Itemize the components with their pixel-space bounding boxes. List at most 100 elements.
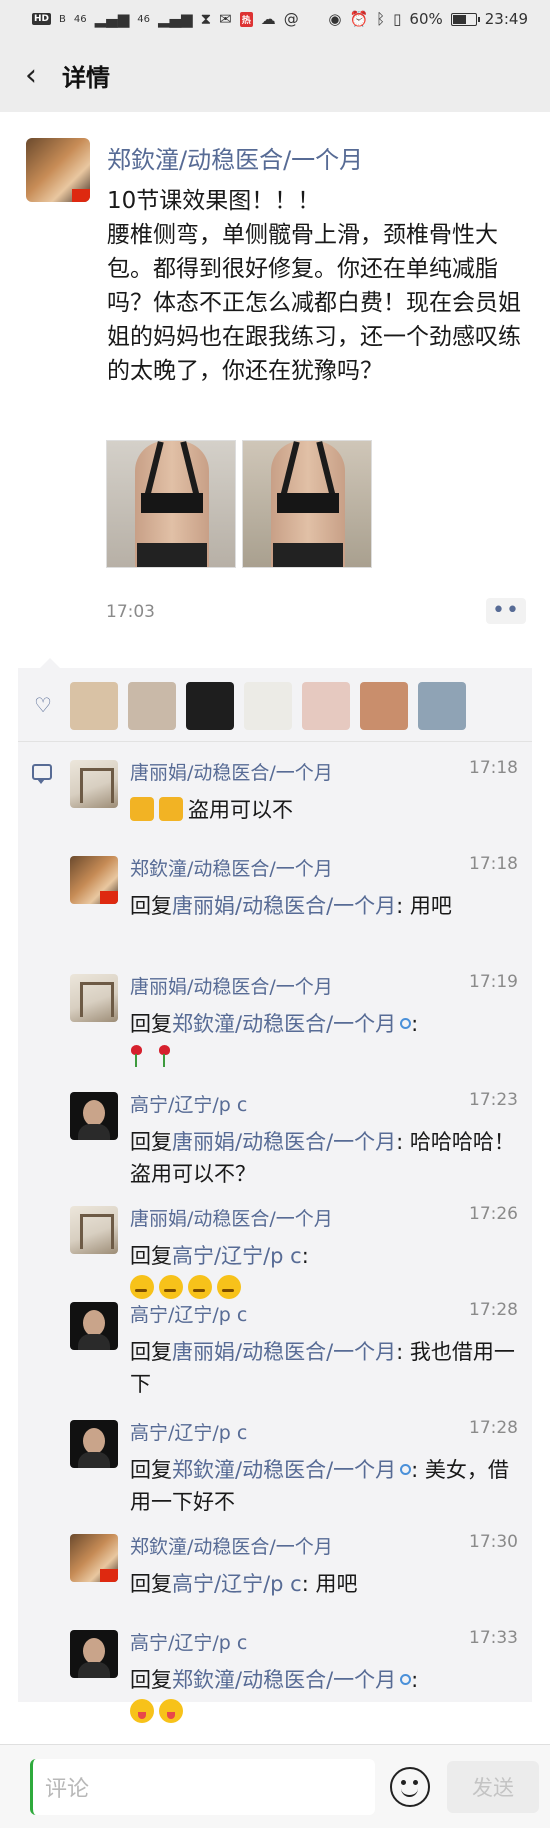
commenter-avatar[interactable] bbox=[70, 760, 118, 808]
post-photo-after[interactable] bbox=[242, 440, 372, 568]
reply-prefix: 回复 bbox=[130, 1572, 172, 1596]
commenter-name[interactable]: 郑欽潼/动稳医合/一个月 bbox=[130, 854, 333, 881]
reply-target[interactable]: 郑欽潼/动稳医合/一个月 bbox=[172, 1012, 396, 1036]
status-bar: HD B 46 ▂▄▆ 46 ▂▄▆ ⧗ ✉ 热 ☁ @ ◉ ⏰ ᛒ ▯ 60%… bbox=[0, 0, 550, 38]
like-avatar-3[interactable] bbox=[186, 682, 234, 730]
comment-text: 回复唐丽娟/动稳医合/一个月: 哈哈哈哈！盗用可以不？ bbox=[130, 1126, 518, 1190]
comment-time: 17:26 bbox=[469, 1204, 518, 1224]
rose-emoji bbox=[158, 1045, 170, 1067]
hourglass-icon: ⧗ bbox=[200, 10, 212, 28]
photo-sports-bra bbox=[141, 493, 203, 513]
comment-time: 17:33 bbox=[469, 1628, 518, 1648]
commenter-name[interactable]: 高宁/辽宁/p c bbox=[130, 1090, 247, 1117]
rose-emoji bbox=[130, 1045, 142, 1067]
reply-target[interactable]: 高宁/辽宁/p c bbox=[172, 1572, 302, 1596]
comment-body: : bbox=[301, 1244, 309, 1268]
reply-target[interactable]: 唐丽娟/动稳医合/一个月 bbox=[172, 1340, 396, 1364]
comment-text: 回复郑欽潼/动稳医合/一个月: bbox=[130, 1664, 518, 1728]
alarm-icon: ⏰ bbox=[349, 10, 369, 28]
reply-target[interactable]: 郑欽潼/动稳医合/一个月 bbox=[172, 1458, 396, 1482]
china-flag-icon bbox=[100, 1569, 118, 1582]
comment-icon bbox=[32, 764, 52, 784]
page-title: 详情 bbox=[62, 63, 110, 92]
commenter-avatar[interactable] bbox=[70, 1206, 118, 1254]
comment-time: 17:18 bbox=[469, 758, 518, 778]
commenter-avatar[interactable] bbox=[70, 1420, 118, 1468]
comment-body: : bbox=[411, 1668, 419, 1692]
commenter-avatar[interactable] bbox=[70, 1302, 118, 1350]
reply-prefix: 回复 bbox=[130, 1668, 172, 1692]
like-avatar-6[interactable] bbox=[360, 682, 408, 730]
commenter-avatar[interactable] bbox=[70, 1534, 118, 1582]
ring-icon bbox=[400, 1464, 412, 1475]
like-avatar-5[interactable] bbox=[302, 682, 350, 730]
comment-time: 17:28 bbox=[469, 1300, 518, 1320]
photo-sports-bra bbox=[277, 493, 339, 513]
thinking-emoji bbox=[217, 1275, 241, 1299]
reply-prefix: 回复 bbox=[130, 1340, 172, 1364]
tongue-emoji bbox=[159, 1699, 183, 1723]
like-avatar-7[interactable] bbox=[418, 682, 466, 730]
post-photo-before[interactable] bbox=[106, 440, 236, 568]
signal-1-label: 46 bbox=[73, 13, 87, 25]
comment-body: : 用吧 bbox=[396, 894, 452, 918]
signal-2-label: 46 bbox=[137, 13, 150, 25]
message-icon: ✉ bbox=[219, 10, 232, 28]
battery-fill bbox=[452, 14, 466, 24]
comment-input-bar: 评论 发送 bbox=[0, 1744, 550, 1828]
photo-pants bbox=[137, 543, 207, 567]
commenter-avatar[interactable] bbox=[70, 1092, 118, 1140]
comment-text: 回复唐丽娟/动稳医合/一个月: 用吧 bbox=[130, 890, 518, 922]
bluetooth-icon: ᛒ bbox=[376, 10, 386, 28]
comment-input[interactable]: 评论 bbox=[30, 1759, 375, 1815]
commenter-avatar[interactable] bbox=[70, 974, 118, 1022]
reply-prefix: 回复 bbox=[130, 1458, 172, 1482]
more-options-button[interactable]: •• bbox=[486, 598, 526, 624]
signal-1-icon: ▂▄▆ bbox=[94, 10, 130, 28]
reply-target[interactable]: 郑欽潼/动稳医合/一个月 bbox=[172, 1668, 396, 1692]
commenter-name[interactable]: 唐丽娟/动稳医合/一个月 bbox=[130, 1204, 333, 1231]
heart-icon: ♡ bbox=[34, 693, 52, 717]
photo-pants bbox=[273, 543, 343, 567]
comment-text: 回复郑欽潼/动稳医合/一个月: 美女，借用一下好不 bbox=[130, 1454, 518, 1518]
commenter-avatar[interactable] bbox=[70, 856, 118, 904]
likes-row: ♡ bbox=[18, 668, 532, 742]
send-button[interactable]: 发送 bbox=[447, 1761, 539, 1813]
chevron-left-icon: ‹ bbox=[25, 57, 37, 93]
eye-icon: ◉ bbox=[328, 10, 342, 28]
author-avatar[interactable] bbox=[26, 138, 90, 202]
comment-body: 盗用可以不 bbox=[188, 798, 293, 822]
cloud-icon: ☁ bbox=[260, 10, 276, 28]
comment-text: 回复郑欽潼/动稳医合/一个月: bbox=[130, 1008, 518, 1072]
like-avatar-1[interactable] bbox=[70, 682, 118, 730]
commenter-name[interactable]: 高宁/辽宁/p c bbox=[130, 1300, 247, 1327]
back-button[interactable]: ‹ bbox=[0, 38, 62, 112]
reply-prefix: 回复 bbox=[130, 1130, 172, 1154]
commenter-name[interactable]: 唐丽娟/动稳医合/一个月 bbox=[130, 972, 333, 999]
reply-prefix: 回复 bbox=[130, 1244, 172, 1268]
hd-indicator: HD bbox=[32, 13, 52, 25]
reply-target[interactable]: 高宁/辽宁/p c bbox=[172, 1244, 302, 1268]
commenter-avatar[interactable] bbox=[70, 1630, 118, 1678]
commenter-name[interactable]: 郑欽潼/动稳医合/一个月 bbox=[130, 1532, 333, 1559]
reply-target[interactable]: 唐丽娟/动稳医合/一个月 bbox=[172, 894, 396, 918]
b-indicator: B bbox=[59, 13, 66, 25]
like-avatar-2[interactable] bbox=[128, 682, 176, 730]
ring-icon bbox=[400, 1018, 412, 1029]
comment-time: 17:28 bbox=[469, 1418, 518, 1438]
commenter-name[interactable]: 高宁/辽宁/p c bbox=[130, 1628, 247, 1655]
signal-2-icon: ▂▄▆ bbox=[157, 10, 193, 28]
author-name[interactable]: 郑欽潼/动稳医合/一个月 bbox=[107, 140, 363, 175]
reply-target[interactable]: 唐丽娟/动稳医合/一个月 bbox=[172, 1130, 396, 1154]
china-flag-icon bbox=[100, 891, 118, 904]
commenter-name[interactable]: 高宁/辽宁/p c bbox=[130, 1418, 247, 1445]
comment-text: 回复高宁/辽宁/p c: bbox=[130, 1240, 518, 1304]
post-text: 10节课效果图！！！ 腰椎侧弯，单侧髋骨上滑，颈椎骨性大包。都得到很好修复。你还… bbox=[107, 188, 521, 384]
like-avatar-4[interactable] bbox=[244, 682, 292, 730]
smiley-face-icon[interactable] bbox=[390, 1767, 430, 1807]
commenter-name[interactable]: 唐丽娟/动稳医合/一个月 bbox=[130, 758, 333, 785]
comment-body: : 用吧 bbox=[301, 1572, 358, 1596]
battery-percent: 60% bbox=[409, 10, 443, 28]
battery-icon bbox=[450, 12, 480, 26]
tongue-emoji bbox=[130, 1699, 154, 1723]
